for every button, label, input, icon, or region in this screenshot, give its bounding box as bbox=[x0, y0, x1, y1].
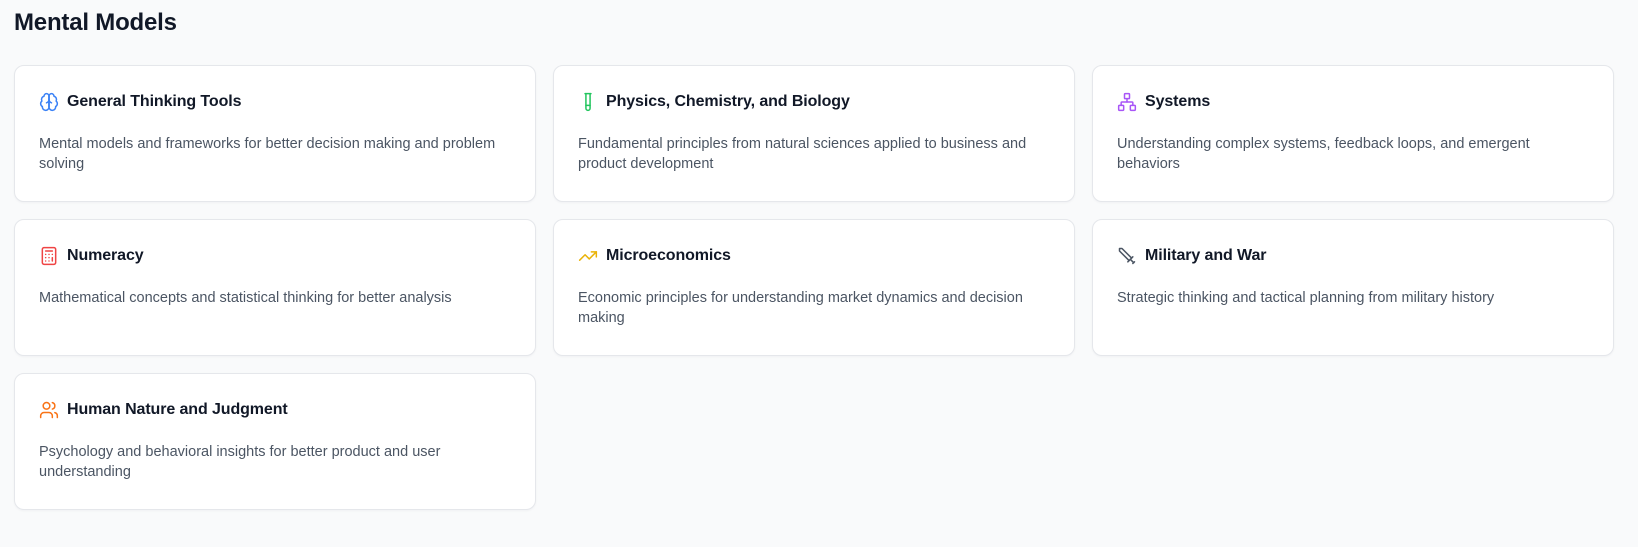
calculator-icon-graphic bbox=[41, 246, 57, 266]
category-card-microeconomics[interactable]: Microeconomics Economic principles for u… bbox=[553, 219, 1075, 356]
card-header: Numeracy bbox=[39, 244, 511, 268]
card-header: Military and War bbox=[1117, 244, 1589, 268]
network-icon bbox=[1117, 92, 1137, 112]
category-card-numeracy[interactable]: Numeracy Mathematical concepts and stati… bbox=[14, 219, 536, 356]
brain-icon bbox=[39, 92, 59, 112]
card-description: Understanding complex systems, feedback … bbox=[1117, 136, 1530, 172]
card-description: Strategic thinking and tactical planning… bbox=[1117, 290, 1495, 306]
card-title: Military and War bbox=[1145, 247, 1267, 264]
sword-icon bbox=[1117, 246, 1137, 266]
card-description: Economic principles for understanding ma… bbox=[578, 290, 1023, 326]
sword-icon-graphic bbox=[1118, 247, 1136, 265]
card-title: Physics, Chemistry, and Biology bbox=[606, 93, 850, 110]
card-header: Microeconomics bbox=[578, 244, 1050, 268]
users-icon bbox=[39, 400, 59, 420]
card-header: Physics, Chemistry, and Biology bbox=[578, 90, 1050, 114]
network-icon-graphic bbox=[1117, 92, 1137, 112]
card-title: Numeracy bbox=[67, 247, 144, 264]
mental-models-page: Mental Models General Thinking Tools Men… bbox=[0, 0, 1638, 547]
card-description: Fundamental principles from natural scie… bbox=[578, 136, 1027, 172]
trending-up-icon-graphic bbox=[578, 251, 598, 261]
card-title: Systems bbox=[1145, 93, 1211, 110]
test-tube-icon-graphic bbox=[584, 92, 592, 112]
card-description: Mental models and frameworks for better … bbox=[39, 136, 496, 172]
category-card-physics-chemistry-biology[interactable]: Physics, Chemistry, and Biology Fundamen… bbox=[553, 65, 1075, 202]
card-description: Psychology and behavioral insights for b… bbox=[39, 444, 441, 480]
category-card-human-nature-and-judgment[interactable]: Human Nature and Judgment Psychology and… bbox=[14, 373, 536, 510]
category-card-general-thinking-tools[interactable]: General Thinking Tools Mental models and… bbox=[14, 65, 536, 202]
trending-up-icon bbox=[578, 246, 598, 266]
card-header: Human Nature and Judgment bbox=[39, 398, 511, 422]
brain-icon-graphic bbox=[39, 92, 59, 112]
card-title: Microeconomics bbox=[606, 247, 731, 264]
category-card-systems[interactable]: Systems Understanding complex systems, f… bbox=[1092, 65, 1614, 202]
page-title: Mental Models bbox=[14, 9, 177, 36]
calculator-icon bbox=[39, 246, 59, 266]
test-tube-icon bbox=[578, 92, 598, 112]
card-title: Human Nature and Judgment bbox=[67, 401, 288, 418]
card-description: Mathematical concepts and statistical th… bbox=[39, 290, 452, 306]
category-card-military-and-war[interactable]: Military and War Strategic thinking and … bbox=[1092, 219, 1614, 356]
card-header: Systems bbox=[1117, 90, 1589, 114]
card-title: General Thinking Tools bbox=[67, 93, 242, 110]
card-header: General Thinking Tools bbox=[39, 90, 511, 114]
users-icon-graphic bbox=[39, 401, 59, 419]
category-grid: General Thinking Tools Mental models and… bbox=[14, 65, 1614, 510]
